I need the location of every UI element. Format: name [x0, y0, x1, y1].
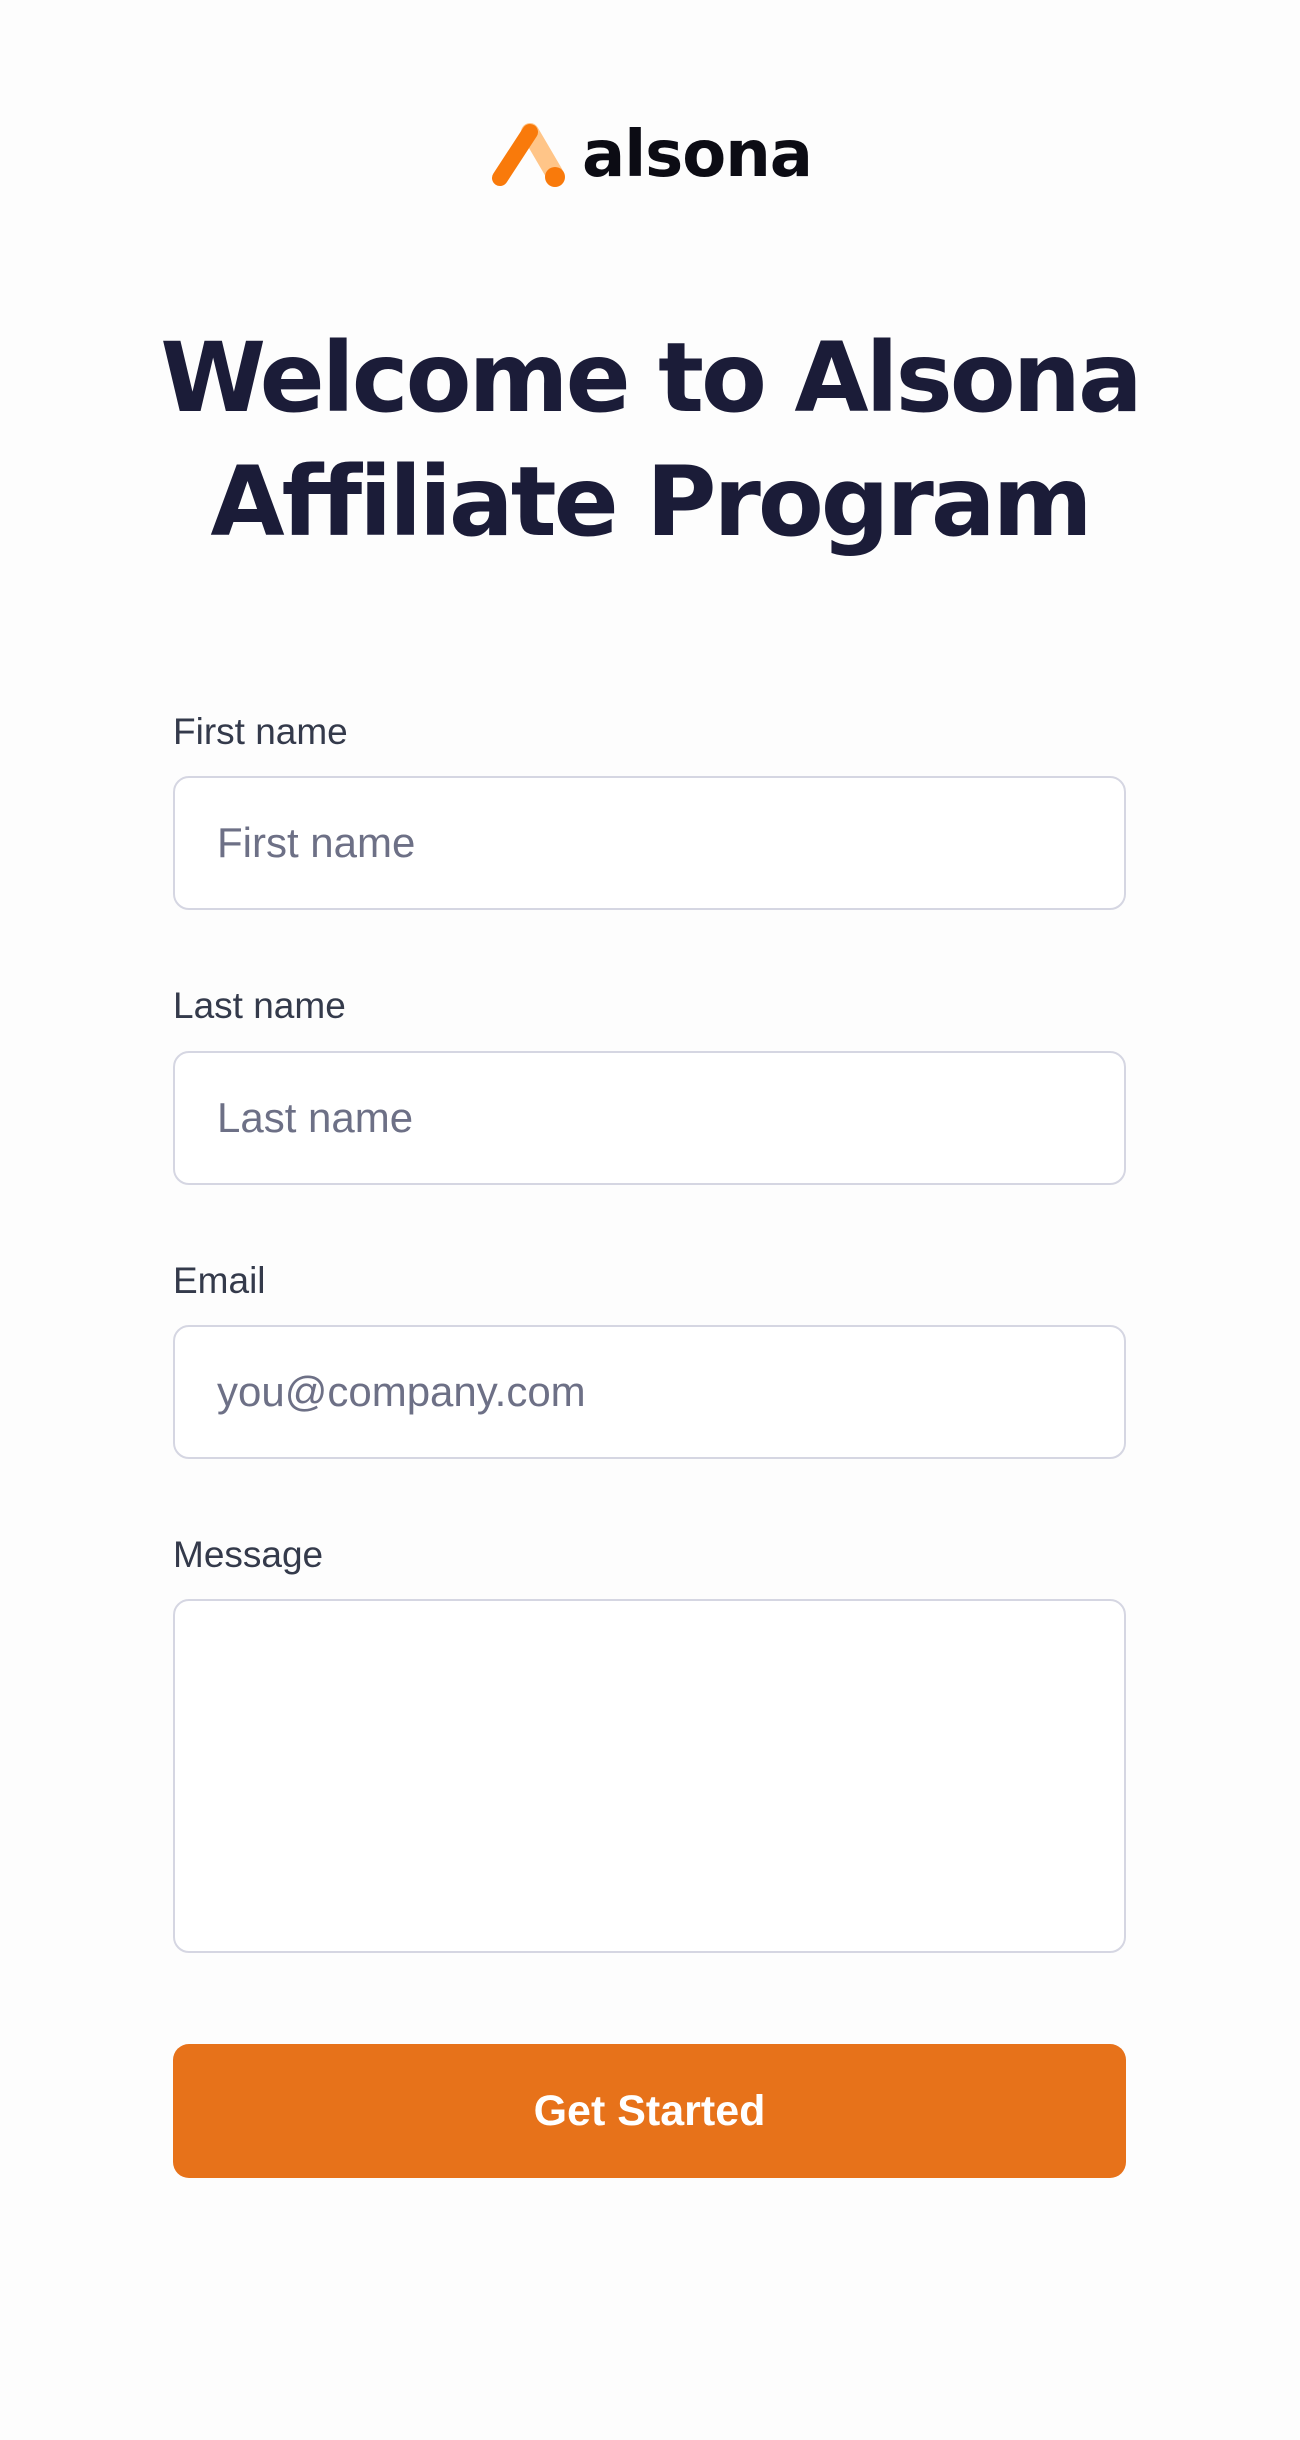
- email-input[interactable]: [173, 1325, 1126, 1459]
- get-started-button[interactable]: Get Started: [173, 2044, 1126, 2178]
- first-name-input[interactable]: [173, 776, 1126, 910]
- first-name-label: First name: [173, 711, 348, 752]
- message-textarea[interactable]: [173, 1599, 1126, 1953]
- affiliate-signup-form: First name Last name Email Message Get S…: [0, 0, 1300, 2440]
- email-label: Email: [173, 1260, 266, 1301]
- last-name-input[interactable]: [173, 1051, 1126, 1185]
- last-name-label: Last name: [173, 985, 346, 1026]
- message-label: Message: [173, 1534, 324, 1575]
